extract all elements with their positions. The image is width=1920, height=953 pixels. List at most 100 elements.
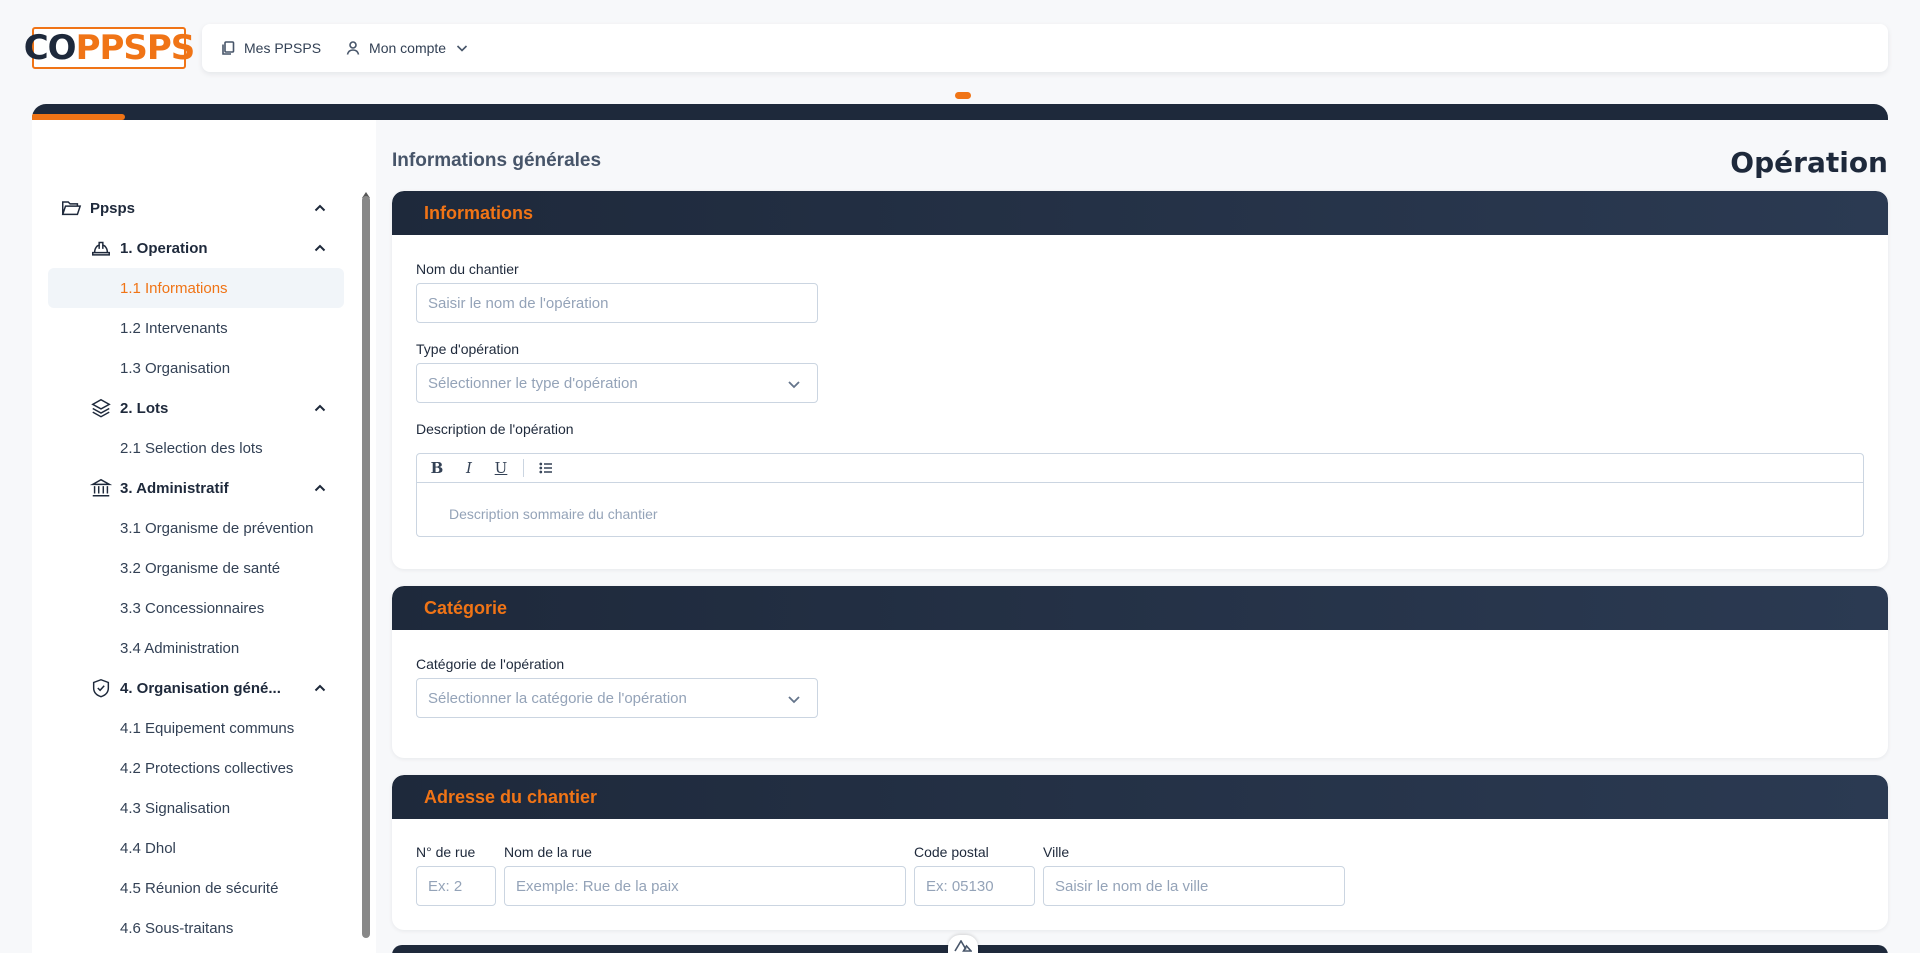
mountain-logo-icon [954, 940, 972, 952]
nav-mes-ppsps[interactable]: Mes PPSPS [220, 40, 321, 56]
toolbar-divider [523, 459, 524, 477]
shield-check-icon [92, 678, 110, 698]
chevron-up-icon[interactable] [312, 200, 328, 216]
sidebar-group-label: 4. Organisation géné... [120, 679, 281, 697]
underline-button[interactable]: U [487, 457, 515, 479]
card-adresse-header: Adresse du chantier [392, 775, 1888, 819]
card-informations: Informations Nom du chantier Type d'opér… [392, 191, 1888, 569]
next-card-header [392, 945, 1888, 953]
chevron-down-icon [788, 381, 800, 389]
categorie-select[interactable]: Sélectionner la catégorie de l'opération [416, 678, 818, 718]
folder-open-icon [61, 201, 82, 216]
sidebar-item-protections-collectives[interactable]: 4.2 Protections collectives [48, 748, 344, 788]
sidebar-item-administration[interactable]: 3.4 Administration [48, 628, 344, 668]
sidebar-group-organisation-generale[interactable]: 4. Organisation géné... [48, 668, 344, 708]
sidebar-group-operation[interactable]: 1. Operation [48, 228, 344, 268]
sidebar-tree: Ppsps 1. Operation 1.1 Informations 1.2 … [48, 188, 344, 948]
numero-rue-label: N° de rue [416, 844, 476, 860]
sidebar-item-label: 4.4 Dhol [120, 839, 176, 857]
nom-chantier-input[interactable] [416, 283, 818, 323]
description-editor[interactable]: B I U Description sommaire du chantier [416, 453, 1864, 537]
type-operation-placeholder: Sélectionner le type d'opération [428, 374, 638, 392]
sidebar-scrollbar[interactable] [362, 196, 370, 938]
logo-text-ppsps: PPSPS [75, 28, 196, 68]
user-icon [346, 41, 360, 55]
nom-chantier-label: Nom du chantier [416, 261, 519, 277]
sidebar-item-organisation[interactable]: 1.3 Organisation [48, 348, 344, 388]
categorie-label: Catégorie de l'opération [416, 656, 565, 672]
sidebar-item-label: 1.1 Informations [120, 279, 228, 297]
ville-input[interactable] [1043, 866, 1345, 906]
sidebar-item-label: 3.2 Organisme de santé [120, 559, 281, 577]
progress-bar [32, 104, 1888, 120]
card-adresse: Adresse du chantier N° de rue Nom de la … [392, 775, 1888, 930]
chevron-up-icon[interactable] [312, 680, 328, 696]
sidebar-item-label: 4.3 Signalisation [120, 799, 231, 817]
description-placeholder: Description sommaire du chantier [449, 506, 658, 522]
devtools-toggle[interactable] [948, 935, 978, 953]
sidebar-item-selection-lots[interactable]: 2.1 Selection des lots [48, 428, 344, 468]
sidebar-item-concessionnaires[interactable]: 3.3 Concessionnaires [48, 588, 344, 628]
sidebar-group-label: 2. Lots [120, 399, 169, 417]
card-informations-header: Informations [392, 191, 1888, 235]
sidebar-root-label: Ppsps [90, 199, 136, 217]
code-postal-input[interactable] [914, 866, 1035, 906]
nav-mes-ppsps-label: Mes PPSPS [244, 40, 322, 56]
chevron-up-icon[interactable] [312, 400, 328, 416]
code-postal-label: Code postal [914, 844, 989, 860]
hard-hat-icon [92, 241, 110, 256]
ville-label: Ville [1043, 844, 1070, 860]
sidebar-group-label: 3. Administratif [120, 479, 229, 497]
bullet-list-button[interactable] [532, 457, 560, 479]
sidebar-item-organisme-sante[interactable]: 3.2 Organisme de santé [48, 548, 344, 588]
chevron-down-icon [788, 696, 800, 704]
sidebar-item-label: 4.5 Réunion de sécurité [120, 879, 279, 897]
sidebar-group-lots[interactable]: 2. Lots [48, 388, 344, 428]
card-categorie-header: Catégorie [392, 586, 1888, 630]
italic-button[interactable]: I [455, 457, 483, 479]
type-operation-select[interactable]: Sélectionner le type d'opération [416, 363, 818, 403]
editor-toolbar: B I U [417, 454, 1863, 483]
page-title: Opération [1730, 146, 1888, 179]
list-icon [539, 462, 552, 474]
sidebar-item-dhol[interactable]: 4.4 Dhol [48, 828, 344, 868]
documents-icon [222, 41, 235, 55]
section-heading: Informations générales [392, 150, 602, 171]
sidebar-root-ppsps[interactable]: Ppsps [48, 188, 344, 228]
categorie-placeholder: Sélectionner la catégorie de l'opération [428, 689, 687, 707]
type-operation-label: Type d'opération [416, 341, 520, 357]
sidebar-item-label: 2.1 Selection des lots [120, 439, 263, 457]
nom-rue-input[interactable] [504, 866, 906, 906]
nav-mon-compte-label: Mon compte [369, 40, 447, 56]
sidebar-item-label: 1.3 Organisation [120, 359, 231, 377]
app-logo[interactable]: CO PPSPS [24, 27, 195, 69]
bank-icon [90, 478, 112, 497]
sidebar-item-label: 3.3 Concessionnaires [120, 599, 265, 617]
sidebar: Ppsps 1. Operation 1.1 Informations 1.2 … [32, 120, 376, 953]
sidebar-item-equipement-communs[interactable]: 4.1 Equipement communs [48, 708, 344, 748]
chevron-up-icon[interactable] [312, 240, 328, 256]
chevron-down-icon [457, 45, 468, 52]
sidebar-group-administratif[interactable]: 3. Administratif [48, 468, 344, 508]
logo-text-co: CO [23, 28, 77, 68]
chevron-up-icon[interactable] [312, 480, 328, 496]
sidebar-item-informations[interactable]: 1.1 Informations [48, 268, 344, 308]
sidebar-item-label: 3.4 Administration [120, 639, 240, 657]
sidebar-item-label: 3.1 Organisme de prévention [120, 519, 314, 537]
step-indicator-dot [955, 92, 971, 99]
sidebar-item-label: 4.2 Protections collectives [120, 759, 294, 777]
nom-rue-label: Nom de la rue [504, 844, 592, 860]
sidebar-item-intervenants[interactable]: 1.2 Intervenants [48, 308, 344, 348]
bold-button[interactable]: B [423, 457, 451, 479]
sidebar-item-reunion-securite[interactable]: 4.5 Réunion de sécurité [48, 868, 344, 908]
top-navigation: Mes PPSPS Mon compte [202, 24, 1888, 72]
sidebar-item-sous-traitans[interactable]: 4.6 Sous-traitans [48, 908, 344, 948]
description-label: Description de l'opération [416, 421, 574, 437]
nav-mon-compte[interactable]: Mon compte [345, 40, 470, 56]
sidebar-item-label: 4.1 Equipement communs [120, 719, 295, 737]
sidebar-group-label: 1. Operation [120, 239, 208, 257]
numero-rue-input[interactable] [416, 866, 496, 906]
layers-icon [91, 398, 111, 418]
sidebar-item-organisme-prevention[interactable]: 3.1 Organisme de prévention [48, 508, 344, 548]
sidebar-item-signalisation[interactable]: 4.3 Signalisation [48, 788, 344, 828]
